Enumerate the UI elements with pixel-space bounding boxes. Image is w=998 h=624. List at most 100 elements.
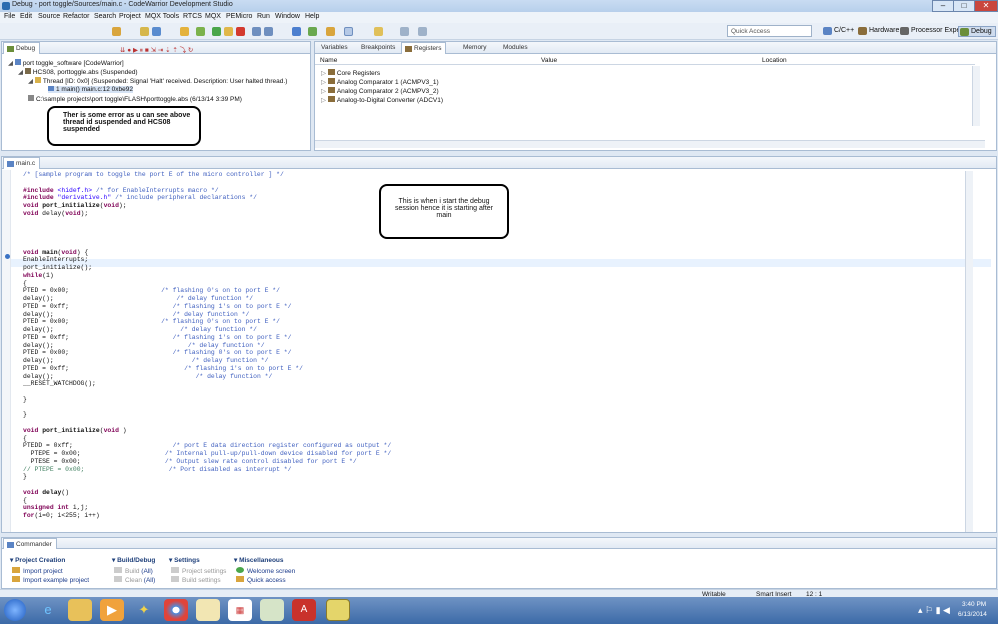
breakpoint-icon	[5, 254, 10, 259]
col-value[interactable]: Value	[541, 57, 557, 64]
menu-refactor[interactable]: Refactor	[63, 13, 89, 20]
menu-run[interactable]: Run	[257, 13, 270, 20]
collapse-icon: ◢	[28, 78, 35, 85]
chrome-icon[interactable]	[164, 599, 188, 621]
registers-view: Variables Breakpoints Registers Memory M…	[314, 41, 997, 151]
menu-project[interactable]: Project	[119, 13, 141, 20]
menu-mqx-tools[interactable]: MQX Tools	[145, 13, 179, 20]
editor-scrollbar[interactable]	[965, 171, 973, 532]
terminate-icon[interactable]	[236, 27, 245, 36]
tray-icons[interactable]: ▴ ⚐ ▮ ◀	[918, 605, 950, 616]
menu-pemicro[interactable]: PEMicro	[226, 13, 252, 20]
debug-config-icon[interactable]	[180, 27, 189, 36]
menu-window[interactable]: Window	[275, 13, 300, 20]
run-icon[interactable]	[308, 27, 317, 36]
back-icon[interactable]	[400, 27, 409, 36]
maximize-button[interactable]: □	[953, 0, 975, 12]
tree-project[interactable]: ◢ port toggle_software [CodeWarrior]	[8, 59, 124, 67]
menu-source[interactable]: Source	[38, 13, 60, 20]
tree-thread[interactable]: ◢ Thread [ID: 0x0] (Suspended: Signal 'H…	[28, 77, 287, 85]
run-to-line-icon[interactable]	[292, 27, 301, 36]
registers-tabstrip: Variables Breakpoints Registers Memory M…	[315, 42, 996, 54]
start-button[interactable]	[4, 599, 26, 621]
tool-icon[interactable]	[326, 27, 335, 36]
forward-icon[interactable]	[418, 27, 427, 36]
source-code[interactable]: /* [sample program to toggle the port E …	[23, 171, 391, 520]
settings-icon	[171, 576, 179, 582]
import-icon	[12, 567, 20, 573]
perspective-debug[interactable]: Debug	[958, 26, 996, 37]
tab-modules[interactable]: Modules	[503, 44, 528, 51]
clean-link[interactable]: Clean (All)	[114, 576, 155, 584]
pinned-app-icon[interactable]: ✦	[132, 599, 156, 621]
explorer-icon[interactable]	[68, 599, 92, 621]
clock-date[interactable]: 6/13/2014	[958, 611, 987, 618]
col-name[interactable]: Name	[320, 57, 337, 64]
register-group-row[interactable]: ▷ Core Registers	[321, 69, 380, 77]
project-creation-title: ▾ Project Creation	[10, 557, 66, 564]
debug-icon[interactable]	[196, 27, 205, 36]
menu-rtcs[interactable]: RTCS	[183, 13, 202, 20]
register-group-row[interactable]: ▷ Analog Comparator 1 (ACMPV3_1)	[321, 78, 439, 86]
resume-icon[interactable]	[212, 27, 221, 36]
clean-icon	[114, 576, 122, 582]
build-icon[interactable]	[112, 27, 121, 36]
menu-search[interactable]: Search	[94, 13, 116, 20]
registers-scrollbar[interactable]	[972, 66, 980, 126]
step-over-icon[interactable]	[264, 27, 273, 36]
lightning-icon	[236, 576, 244, 582]
ie-icon[interactable]: e	[36, 599, 60, 621]
codewarrior-icon[interactable]	[326, 599, 350, 621]
clock-time[interactable]: 3:40 PM	[962, 601, 986, 608]
notes-icon[interactable]	[196, 599, 220, 621]
menu-help[interactable]: Help	[305, 13, 319, 20]
minimize-button[interactable]: –	[932, 0, 954, 12]
import-example-link[interactable]: Import example project	[12, 576, 89, 584]
pdf-icon[interactable]: A	[292, 599, 316, 621]
paint-icon[interactable]	[260, 599, 284, 621]
tree-target[interactable]: ◢ HCS08, porttoggle.abs (Suspended)	[18, 68, 138, 76]
tab-memory[interactable]: Memory	[463, 44, 486, 51]
menu-file[interactable]: File	[4, 13, 15, 20]
save-icon[interactable]	[152, 27, 161, 36]
tree-binary[interactable]: C:\sample projects\port toggle\FLASH\por…	[28, 95, 242, 103]
calendar-icon[interactable]: ▦	[228, 599, 252, 621]
register-group-row[interactable]: ▷ Analog-to-Digital Converter (ADCV1)	[321, 96, 443, 104]
editor-tabstrip: main.c	[2, 157, 996, 169]
perspective-cpp[interactable]: C/C++	[822, 26, 857, 37]
menu-mqx[interactable]: MQX	[205, 13, 221, 20]
menu-edit[interactable]: Edit	[20, 13, 32, 20]
import-project-link[interactable]: Import project	[12, 567, 63, 575]
next-annotation-icon[interactable]	[374, 27, 383, 36]
close-button[interactable]: ✕	[974, 0, 998, 12]
register-icon	[327, 69, 335, 75]
quick-access-input[interactable]: Quick Access	[727, 25, 812, 37]
quick-access-link[interactable]: Quick access	[236, 576, 286, 584]
toolbar-icons[interactable]: ⇊ ● ▶ ⏸ ■ ⇲ ⇥ ⇣ ⇡ ⤵ ↻	[120, 44, 193, 55]
tab-breakpoints[interactable]: Breakpoints	[361, 44, 395, 51]
perspective-hardware[interactable]: Hardware	[857, 26, 902, 37]
binary-icon	[28, 95, 34, 101]
tab-registers[interactable]: Registers	[401, 42, 447, 54]
tab-debug[interactable]: Debug	[3, 42, 41, 54]
tab-commander[interactable]: Commander	[3, 538, 57, 549]
launch-icon	[14, 59, 21, 65]
open-icon[interactable]	[140, 27, 149, 36]
step-into-icon[interactable]	[252, 27, 261, 36]
stackframe-icon	[48, 86, 54, 91]
tab-main-c[interactable]: main.c	[3, 157, 41, 169]
media-player-icon[interactable]: ▶	[100, 599, 124, 621]
registers-hscrollbar[interactable]	[315, 140, 985, 148]
tab-variables[interactable]: Variables	[321, 44, 348, 51]
build-link[interactable]: Build (All)	[114, 567, 153, 575]
welcome-screen-link[interactable]: Welcome screen	[236, 567, 295, 575]
suspend-icon[interactable]	[224, 27, 233, 36]
tree-stackframe[interactable]: 1 main() main.c:12 0xbe92	[48, 86, 133, 93]
toggle-icon[interactable]	[344, 27, 353, 36]
register-group-row[interactable]: ▷ Analog Comparator 2 (ACMPV3_2)	[321, 87, 439, 95]
bug-icon	[7, 46, 14, 52]
expand-icon: ▷	[321, 79, 328, 86]
col-location[interactable]: Location	[762, 57, 787, 64]
build-settings-link[interactable]: Build settings	[171, 576, 221, 584]
project-settings-link[interactable]: Project settings	[171, 567, 226, 575]
